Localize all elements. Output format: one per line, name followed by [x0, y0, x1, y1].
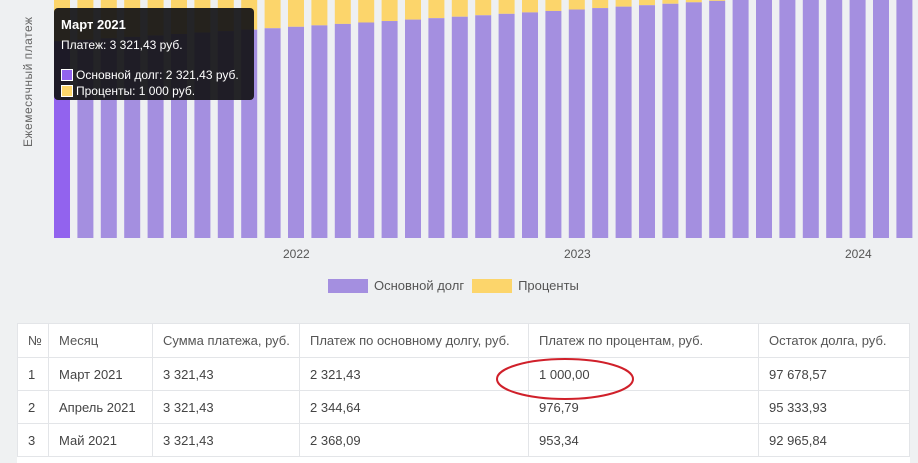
bar-principal[interactable] — [311, 25, 328, 238]
cell-remaining: 92 965,84 — [758, 423, 910, 457]
bar-principal[interactable] — [592, 8, 609, 238]
bar-principal[interactable] — [662, 3, 679, 239]
x-tick-label: 2024 — [845, 247, 872, 261]
bar-interest[interactable] — [639, 0, 655, 6]
bar-interest[interactable] — [685, 0, 702, 3]
cell-payment-sum: 3 321,43 — [152, 423, 300, 457]
bar-principal[interactable] — [381, 21, 398, 238]
bar-principal[interactable] — [826, 0, 843, 238]
bar-principal[interactable] — [358, 22, 375, 239]
cell-payment-sum: 3 321,43 — [152, 390, 300, 424]
bar-interest[interactable] — [545, 0, 562, 11]
principal-swatch-icon — [61, 69, 73, 81]
bar-principal[interactable] — [779, 0, 796, 238]
bar-interest[interactable] — [334, 0, 351, 24]
legend-item-principal[interactable]: Основной долг — [328, 278, 464, 293]
bar-interest[interactable] — [568, 0, 585, 10]
bar-principal[interactable] — [568, 9, 585, 238]
interest-swatch-icon — [61, 85, 73, 97]
tooltip-principal: Основной долг: 2 321,43 руб. — [76, 68, 239, 82]
bar-principal[interactable] — [615, 6, 632, 239]
header-remaining-debt: Остаток долга, руб. — [758, 323, 910, 358]
chart-legend: Основной долг Проценты — [328, 278, 587, 293]
cell-payment-sum: 3 321,43 — [152, 357, 300, 391]
bar-principal[interactable] — [264, 28, 281, 238]
legend-item-interest[interactable]: Проценты — [472, 278, 579, 293]
bar-principal[interactable] — [709, 0, 726, 238]
cell-principal: 2 368,09 — [299, 423, 529, 457]
table-row: 1 Март 2021 3 321,43 2 321,43 1 000,00 9… — [17, 357, 910, 391]
header-number: № — [17, 323, 49, 358]
tooltip-principal-row: Основной долг: 2 321,43 руб. — [61, 68, 239, 82]
header-principal-payment: Платеж по основному долгу, руб. — [299, 323, 529, 358]
cell-month: Март 2021 — [48, 357, 153, 391]
cell-month: Май 2021 — [48, 423, 153, 457]
bar-principal[interactable] — [873, 0, 889, 238]
bar-interest[interactable] — [288, 0, 304, 27]
payment-chart: Ежемесячный платеж 2022 2023 2024 Март 2… — [0, 0, 918, 310]
bar-interest[interactable] — [405, 0, 421, 20]
bar-interest[interactable] — [522, 0, 538, 13]
bar-interest[interactable] — [264, 0, 281, 29]
bar-principal[interactable] — [475, 15, 492, 239]
bar-interest[interactable] — [615, 0, 632, 7]
bar-interest[interactable] — [592, 0, 609, 9]
bar-principal[interactable] — [428, 18, 445, 238]
bar-principal[interactable] — [802, 0, 819, 238]
tooltip-total: Платеж: 3 321,43 руб. — [61, 38, 183, 52]
table-header-row: № Месяц Сумма платежа, руб. Платеж по ос… — [17, 323, 910, 358]
cell-interest: 953,34 — [528, 423, 759, 457]
bar-interest[interactable] — [428, 0, 445, 19]
bar-principal[interactable] — [896, 0, 913, 238]
table-row: 3 Май 2021 3 321,43 2 368,09 953,34 92 9… — [17, 423, 910, 457]
x-tick-label: 2023 — [564, 247, 591, 261]
highlight-ellipse — [496, 358, 634, 400]
principal-legend-swatch-icon — [328, 278, 368, 293]
cell-month: Апрель 2021 — [48, 390, 153, 424]
bar-principal[interactable] — [405, 19, 421, 238]
bar-principal[interactable] — [639, 5, 655, 239]
chart-tooltip: Март 2021 Платеж: 3 321,43 руб. Основной… — [54, 8, 254, 100]
bar-interest[interactable] — [475, 0, 492, 16]
interest-legend-swatch-icon — [472, 278, 513, 293]
bar-interest[interactable] — [709, 0, 726, 1]
header-month: Месяц — [48, 323, 153, 358]
x-tick-label: 2022 — [283, 247, 310, 261]
bar-principal[interactable] — [732, 0, 749, 238]
tooltip-interest-row: Проценты: 1 000 руб. — [61, 84, 195, 98]
cell-remaining: 95 333,93 — [758, 390, 910, 424]
y-axis-label: Ежемесячный платеж — [21, 16, 35, 147]
bar-interest[interactable] — [451, 0, 468, 17]
header-interest-payment: Платеж по процентам, руб. — [528, 323, 759, 358]
bar-principal[interactable] — [545, 10, 562, 238]
legend-principal-label: Основной долг — [374, 278, 465, 293]
bar-interest[interactable] — [358, 0, 375, 23]
bar-interest[interactable] — [311, 0, 328, 26]
schedule-table: № Месяц Сумма платежа, руб. Платеж по ос… — [17, 323, 910, 463]
cell-remaining: 97 678,57 — [758, 357, 910, 391]
cell-number: 1 — [17, 357, 49, 391]
bar-principal[interactable] — [685, 2, 702, 238]
bar-principal[interactable] — [498, 13, 515, 239]
table-row: 2 Апрель 2021 3 321,43 2 344,64 976,79 9… — [17, 390, 910, 424]
legend-interest-label: Проценты — [518, 278, 579, 293]
bar-interest[interactable] — [381, 0, 398, 22]
bar-principal[interactable] — [756, 0, 772, 238]
bar-principal[interactable] — [451, 16, 468, 238]
bar-principal[interactable] — [849, 0, 866, 238]
bar-interest[interactable] — [498, 0, 515, 14]
header-payment-sum: Сумма платежа, руб. — [152, 323, 300, 358]
cell-number: 3 — [17, 423, 49, 457]
bar-interest[interactable] — [662, 0, 679, 4]
bar-principal[interactable] — [288, 26, 304, 238]
tooltip-title: Март 2021 — [61, 17, 126, 32]
cell-number: 2 — [17, 390, 49, 424]
bar-principal[interactable] — [334, 23, 351, 239]
bar-principal[interactable] — [522, 12, 538, 239]
tooltip-interest: Проценты: 1 000 руб. — [76, 84, 196, 98]
